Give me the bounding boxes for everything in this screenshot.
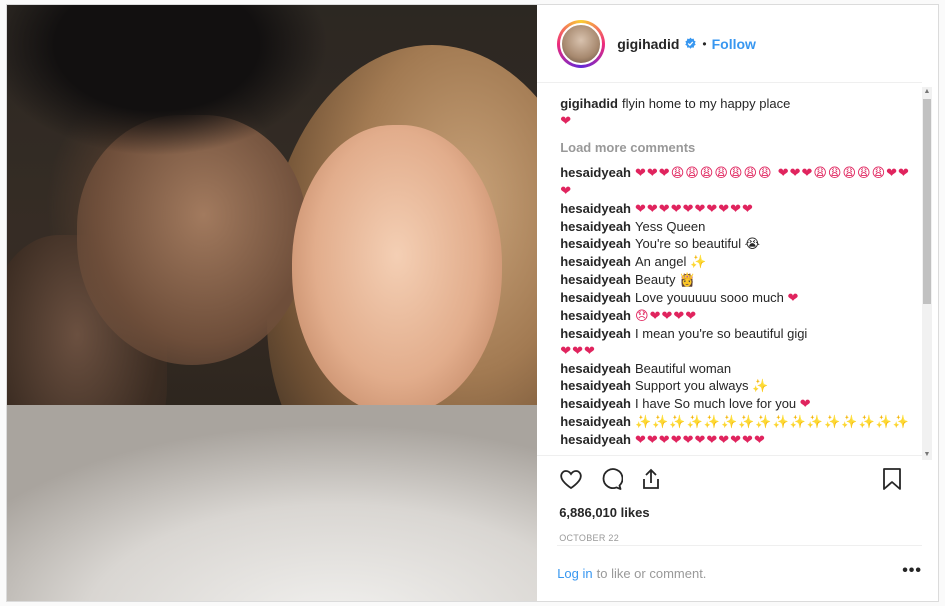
- comment-username[interactable]: hesaidyeah: [560, 432, 631, 447]
- follow-button[interactable]: Follow: [712, 36, 756, 52]
- likes-count[interactable]: 6,886,010 likes: [537, 505, 938, 520]
- caption-text: flyin home to my happy place: [621, 96, 791, 111]
- comment-text: You're so beautiful: [635, 236, 742, 251]
- comment-text: Beautiful woman: [635, 361, 732, 376]
- comment-emoji: ✨: [752, 379, 770, 394]
- comment-text: I mean you're so beautiful gigi: [635, 326, 808, 341]
- comment-emoji: 😞❤❤❤❤: [635, 309, 698, 324]
- comment-text: I have So much love for you: [635, 396, 797, 411]
- avatar-ring[interactable]: [557, 19, 606, 68]
- comment-row: hesaidyeah You're so beautiful 😭: [560, 235, 910, 253]
- verified-badge-icon: [685, 37, 697, 49]
- comment-emoji: 😭: [744, 237, 761, 252]
- comment-row: hesaidyeah ❤❤❤❤❤❤❤❤❤❤: [560, 200, 910, 218]
- comment-row: hesaidyeah ❤❤❤❤❤❤❤❤❤❤❤: [560, 431, 910, 449]
- comment-username[interactable]: hesaidyeah: [560, 378, 631, 393]
- share-icon[interactable]: [637, 465, 665, 493]
- comments-list[interactable]: gigihadid flyin home to my happy place ❤ …: [537, 83, 938, 455]
- load-more-comments-button[interactable]: Load more comments: [560, 140, 910, 155]
- comment-row: hesaidyeah 😞❤❤❤❤: [560, 307, 910, 325]
- comment-username[interactable]: hesaidyeah: [560, 326, 631, 341]
- comment-row: hesaidyeah Support you always ✨: [560, 377, 910, 395]
- comment-text: Support you always: [635, 378, 749, 393]
- comment-emoji: ❤❤❤❤❤❤❤❤❤❤❤: [635, 433, 766, 448]
- comment-row: hesaidyeah Beautiful woman: [560, 360, 910, 377]
- more-options-icon[interactable]: •••: [902, 562, 922, 586]
- comment-username[interactable]: hesaidyeah: [560, 201, 631, 216]
- comment-row: hesaidyeah Beauty 👸: [560, 271, 910, 289]
- comment-emoji: ❤❤❤: [560, 344, 596, 359]
- post-photo[interactable]: [7, 5, 538, 601]
- comment-emoji: 👸: [679, 273, 697, 288]
- separator-dot: •: [702, 36, 707, 51]
- login-prompt-text: to like or comment.: [596, 566, 707, 581]
- photo-shirt: [7, 405, 538, 601]
- comment-icon[interactable]: [597, 465, 625, 493]
- comment-emoji: ✨: [689, 255, 708, 270]
- comment-username[interactable]: hesaidyeah: [560, 361, 631, 376]
- scroll-up-arrow-icon[interactable]: ▲: [922, 87, 932, 97]
- login-link[interactable]: Log in: [557, 566, 592, 581]
- comment-username[interactable]: hesaidyeah: [560, 414, 631, 429]
- comment-username[interactable]: hesaidyeah: [560, 219, 631, 234]
- comment-text: An angel: [635, 254, 687, 269]
- comment-username[interactable]: hesaidyeah: [560, 290, 631, 305]
- comment-row: hesaidyeah An angel ✨: [560, 253, 910, 271]
- comments-scrollbar[interactable]: ▲ ▼: [922, 87, 932, 460]
- action-bar: [537, 455, 922, 501]
- post-header: gigihadid • Follow: [537, 5, 922, 83]
- comment-username[interactable]: hesaidyeah: [560, 254, 631, 269]
- comment-row: hesaidyeah I have So much love for you ❤: [560, 395, 910, 413]
- comment-emoji: ❤: [799, 397, 812, 412]
- scrollbar-thumb[interactable]: [923, 99, 931, 304]
- comment-text: Love youuuuu sooo much: [635, 290, 784, 305]
- comment-text: Beauty: [635, 272, 676, 287]
- comment-row: hesaidyeah ✨✨✨✨✨✨✨✨✨✨✨✨✨✨✨✨: [560, 413, 910, 431]
- post-footer: Log in to like or comment. •••: [557, 545, 922, 601]
- caption-emoji: ❤: [560, 114, 573, 129]
- comment-row: hesaidyeah ❤❤❤😩😩😩😩😩😩😩 ❤❤❤😩😩😩😩😩❤❤❤: [560, 164, 910, 200]
- comment-emoji: ✨✨✨✨✨✨✨✨✨✨✨✨✨✨✨✨: [635, 415, 910, 430]
- avatar[interactable]: [560, 22, 603, 65]
- bookmark-icon[interactable]: [878, 465, 906, 493]
- post-date[interactable]: OCTOBER 22: [537, 533, 938, 543]
- caption: gigihadid flyin home to my happy place ❤: [560, 95, 910, 130]
- caption-username[interactable]: gigihadid: [560, 96, 618, 111]
- comment-username[interactable]: hesaidyeah: [560, 236, 631, 251]
- post-sidebar: gigihadid • Follow gigihadid flyin home t…: [537, 5, 938, 601]
- comment-row: hesaidyeah Love youuuuu sooo much ❤: [560, 289, 910, 307]
- scroll-down-arrow-icon[interactable]: ▼: [922, 450, 932, 460]
- comment-username[interactable]: hesaidyeah: [560, 272, 631, 287]
- comment-text: Yess Queen: [635, 219, 706, 234]
- comment-emoji: ❤: [787, 291, 800, 306]
- comment-row: hesaidyeah Yess Queen: [560, 218, 910, 235]
- photo-face-right: [292, 125, 502, 415]
- comment-username[interactable]: hesaidyeah: [560, 308, 631, 323]
- photo-hair-dark: [7, 5, 327, 205]
- comment-emoji: ❤❤❤❤❤❤❤❤❤❤: [635, 202, 754, 217]
- instagram-post: gigihadid • Follow gigihadid flyin home t…: [6, 4, 939, 602]
- comment-row: hesaidyeah I mean you're so beautiful gig…: [560, 325, 910, 360]
- comment-username[interactable]: hesaidyeah: [560, 396, 631, 411]
- header-username[interactable]: gigihadid: [617, 36, 679, 52]
- heart-icon[interactable]: [557, 465, 585, 493]
- comment-username[interactable]: hesaidyeah: [560, 165, 631, 180]
